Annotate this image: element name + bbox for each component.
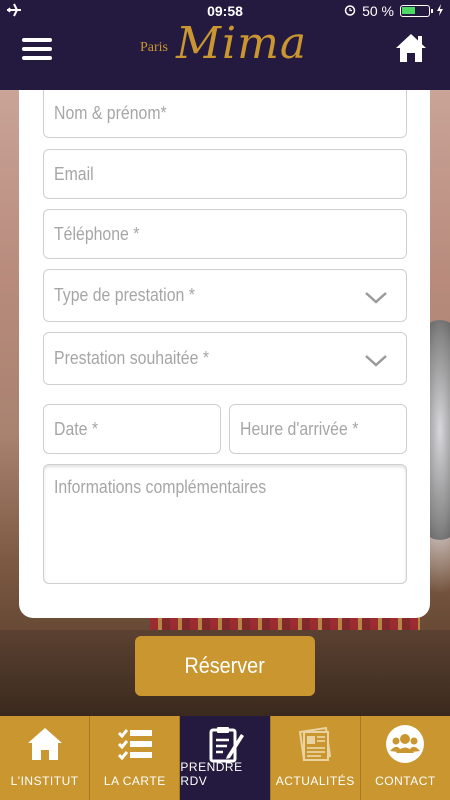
- nav-label: CONTACT: [375, 774, 436, 788]
- reserve-button[interactable]: Réserver: [135, 636, 315, 696]
- nav-item-institut[interactable]: L'INSTITUT: [0, 716, 91, 800]
- arrival-time-placeholder: Heure d'arrivée *: [240, 418, 359, 439]
- home-icon: [25, 724, 65, 764]
- date-placeholder: Date *: [54, 418, 99, 439]
- info-placeholder: Informations complémentaires: [54, 477, 267, 497]
- email-placeholder: Email: [54, 163, 94, 184]
- service-type-select[interactable]: Type de prestation *: [43, 269, 407, 322]
- battery-icon: [400, 5, 433, 17]
- date-field[interactable]: Date *: [43, 404, 221, 454]
- app-header: Paris Mima: [0, 18, 450, 90]
- chevron-down-icon: [364, 352, 388, 367]
- arrival-time-field[interactable]: Heure d'arrivée *: [229, 404, 407, 454]
- bottom-nav: L'INSTITUT LA CARTE PRENDRE RDV ACTUALIT…: [0, 716, 450, 800]
- email-field[interactable]: Email: [43, 149, 407, 199]
- logo-paris: Paris: [140, 40, 168, 55]
- service-type-placeholder: Type de prestation *: [54, 285, 195, 305]
- info-textarea[interactable]: Informations complémentaires: [43, 464, 407, 584]
- nav-item-contact[interactable]: CONTACT: [361, 716, 450, 800]
- list-icon: [115, 724, 155, 764]
- nav-item-rdv[interactable]: PRENDRE RDV: [180, 716, 271, 800]
- phone-field[interactable]: Téléphone *: [43, 209, 407, 259]
- nav-label: PRENDRE RDV: [180, 760, 243, 788]
- phone-placeholder: Téléphone *: [54, 223, 140, 244]
- nav-label: LA CARTE: [103, 774, 166, 788]
- nav-label: L'INSTITUT: [10, 774, 79, 788]
- nav-label: ACTUALITÉS: [275, 774, 355, 788]
- clipboard-icon: [205, 724, 245, 764]
- home-icon[interactable]: [394, 32, 428, 64]
- service-wanted-select[interactable]: Prestation souhaitée *: [43, 332, 407, 385]
- chevron-down-icon: [364, 289, 388, 304]
- nav-item-carte[interactable]: LA CARTE: [90, 716, 181, 800]
- newspaper-icon: [295, 724, 335, 764]
- name-placeholder: Nom & prénom*: [54, 103, 167, 123]
- status-time: 09:58: [207, 3, 243, 19]
- logo-name: Mima: [176, 18, 308, 69]
- menu-icon[interactable]: [22, 38, 52, 62]
- logo: Paris Mima: [140, 18, 310, 82]
- nav-item-actualites[interactable]: ACTUALITÉS: [271, 716, 361, 800]
- group-icon: [385, 724, 425, 764]
- service-wanted-placeholder: Prestation souhaitée *: [54, 348, 209, 368]
- booking-form: Nom & prénom* Email Téléphone * Type de …: [19, 90, 430, 618]
- name-field[interactable]: Nom & prénom*: [43, 90, 407, 138]
